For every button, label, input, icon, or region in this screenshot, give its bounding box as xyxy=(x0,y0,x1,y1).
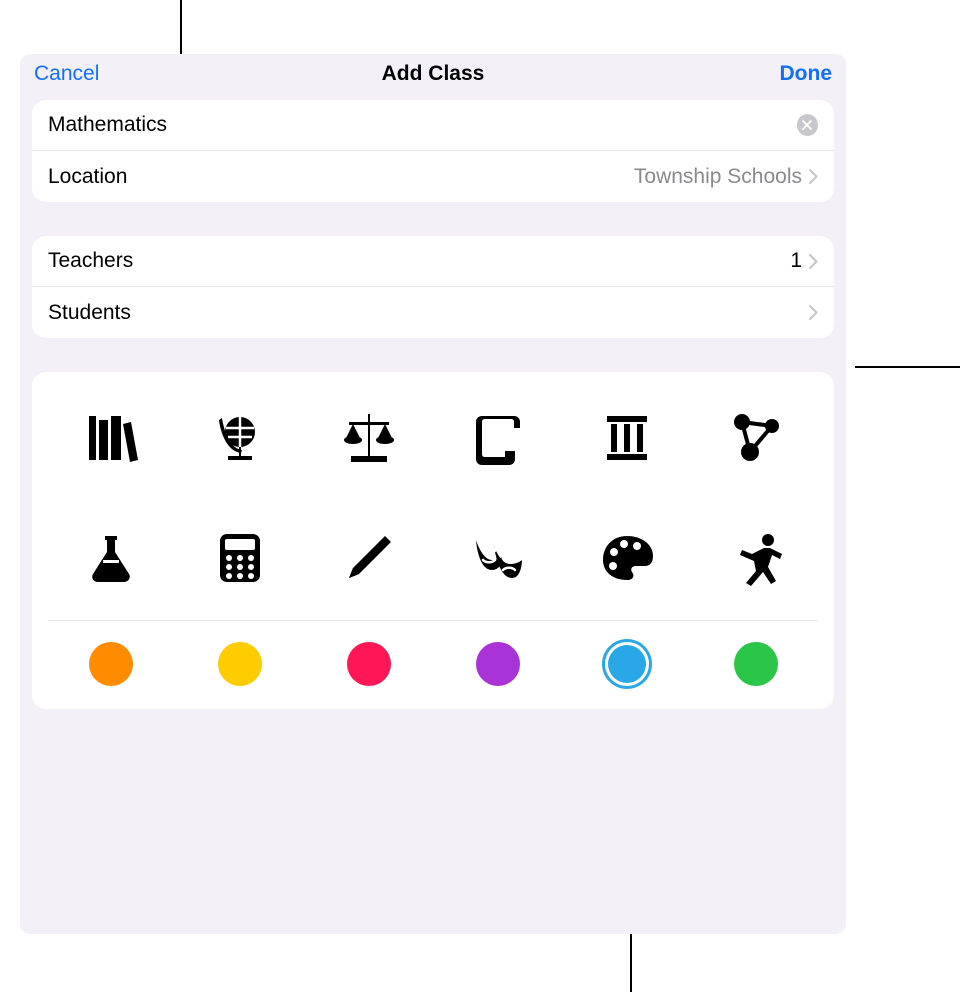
theater-icon[interactable] xyxy=(433,524,562,592)
class-name-row[interactable] xyxy=(32,100,834,151)
column-icon[interactable] xyxy=(562,404,691,472)
divider xyxy=(48,620,818,621)
location-row[interactable]: Location Township Schools xyxy=(32,151,834,202)
class-name-input[interactable] xyxy=(48,100,797,150)
clear-text-icon[interactable] xyxy=(797,114,818,136)
icon-grid xyxy=(38,388,828,616)
pencil-icon[interactable] xyxy=(304,524,433,592)
chevron-right-icon xyxy=(808,253,818,269)
done-button[interactable]: Done xyxy=(752,62,832,86)
books-icon[interactable] xyxy=(46,404,175,472)
students-row[interactable]: Students xyxy=(32,287,834,338)
color-swatch-yellow[interactable] xyxy=(218,642,262,686)
color-swatch-green[interactable] xyxy=(734,642,778,686)
flask-icon[interactable] xyxy=(46,524,175,592)
navbar: Cancel Add Class Done xyxy=(20,54,846,100)
scales-icon[interactable] xyxy=(304,404,433,472)
teachers-label: Teachers xyxy=(48,249,133,273)
callout-line-right xyxy=(855,366,960,368)
color-row xyxy=(38,637,828,691)
teachers-count: 1 xyxy=(790,249,802,273)
color-swatch-pink[interactable] xyxy=(347,642,391,686)
cancel-button[interactable]: Cancel xyxy=(34,62,114,86)
location-value: Township Schools xyxy=(634,165,802,189)
appearance-group xyxy=(32,372,834,709)
color-cell-orange xyxy=(46,637,175,691)
molecule-icon[interactable] xyxy=(691,404,820,472)
class-info-group: Location Township Schools xyxy=(32,100,834,202)
color-swatch-purple[interactable] xyxy=(476,642,520,686)
scroll-icon[interactable] xyxy=(433,404,562,472)
chevron-right-icon xyxy=(808,169,818,185)
add-class-sheet: Cancel Add Class Done Location Township … xyxy=(20,54,846,934)
color-swatch-blue[interactable] xyxy=(605,642,649,686)
teachers-row[interactable]: Teachers 1 xyxy=(32,236,834,287)
page-title: Add Class xyxy=(114,62,752,86)
color-cell-pink xyxy=(304,637,433,691)
location-label: Location xyxy=(48,165,127,189)
chevron-right-icon xyxy=(808,305,818,321)
color-cell-blue xyxy=(562,637,691,691)
runner-icon[interactable] xyxy=(691,524,820,592)
people-group: Teachers 1 Students xyxy=(32,236,834,338)
color-swatch-orange[interactable] xyxy=(89,642,133,686)
color-cell-green xyxy=(691,637,820,691)
color-cell-purple xyxy=(433,637,562,691)
palette-icon[interactable] xyxy=(562,524,691,592)
calculator-icon[interactable] xyxy=(175,524,304,592)
students-label: Students xyxy=(48,301,131,325)
globe-icon[interactable] xyxy=(175,404,304,472)
color-cell-yellow xyxy=(175,637,304,691)
